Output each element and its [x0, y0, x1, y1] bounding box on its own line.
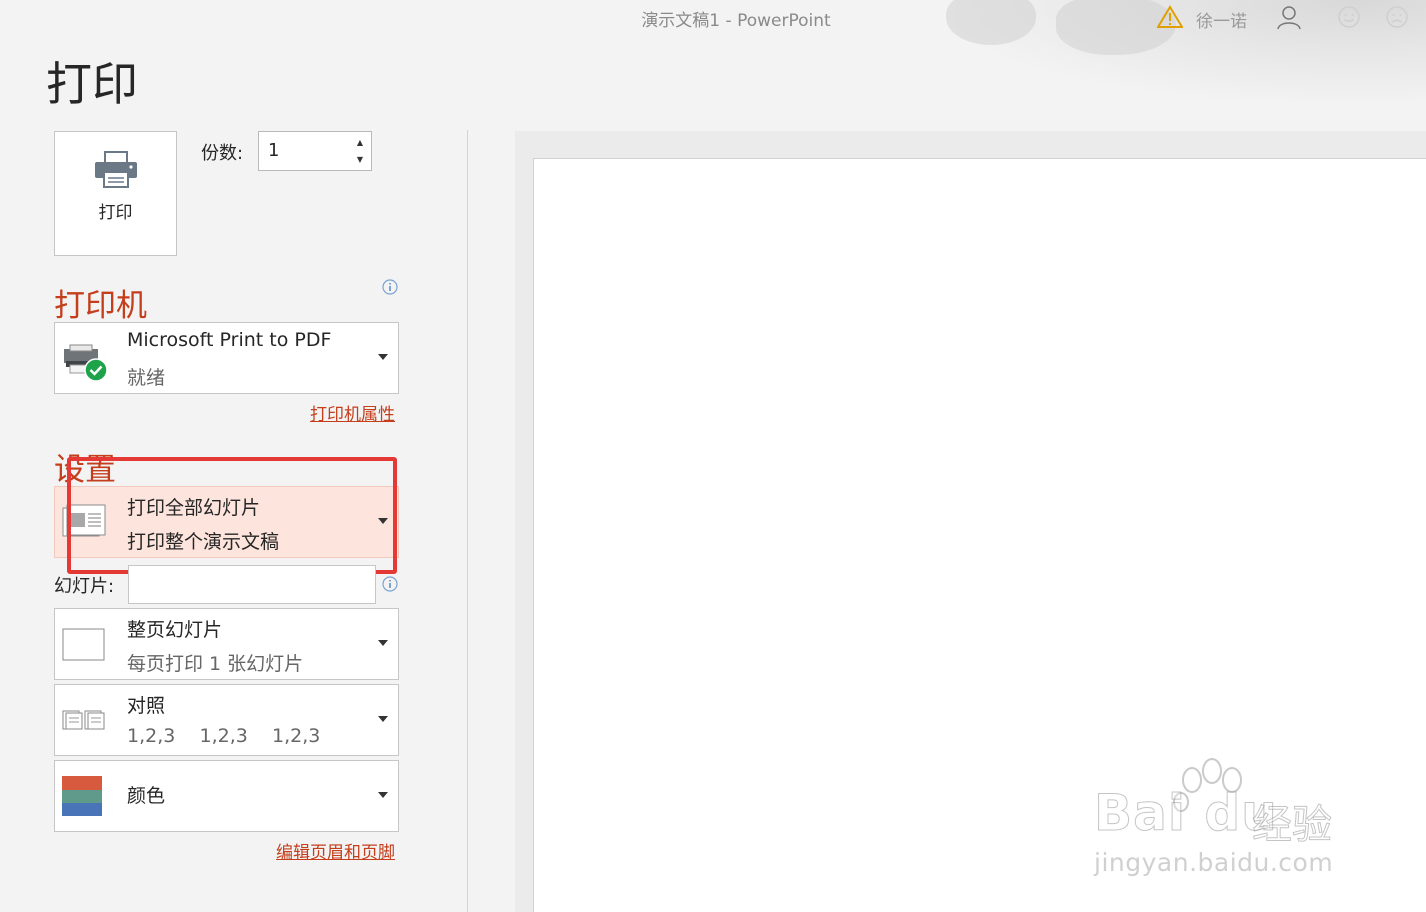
print-button-label: 打印 [98, 203, 133, 223]
smiley-feedback-icon[interactable] [1337, 5, 1361, 29]
layout-sub: 每页打印 1 张幻灯片 [127, 653, 304, 675]
collation-main: 对照 [127, 695, 166, 717]
slides-label: 幻灯片: [54, 576, 115, 597]
watermark-product: 经验 [1252, 802, 1333, 849]
spin-up-icon[interactable]: ▲ [357, 138, 363, 147]
annotation-highlight-box [67, 457, 397, 574]
user-avatar-icon[interactable] [1276, 4, 1302, 30]
chevron-down-icon [378, 640, 388, 646]
info-icon[interactable] [382, 576, 398, 592]
printer-dropdown[interactable]: Microsoft Print to PDF 就绪 [54, 322, 399, 394]
collated-pages-icon [62, 710, 105, 730]
color-dropdown[interactable]: 颜色 [54, 760, 399, 832]
print-button[interactable]: 打印 [54, 131, 177, 256]
user-name[interactable]: 徐一诺 [1196, 7, 1247, 32]
frown-feedback-icon[interactable] [1385, 5, 1409, 29]
printer-status: 就绪 [127, 367, 166, 389]
watermark-url: jingyan.baidu.com [1094, 848, 1334, 877]
edit-header-footer-link[interactable]: 编辑页眉和页脚 [276, 838, 395, 863]
copies-spinner[interactable]: 1 ▲ ▼ [258, 131, 372, 171]
baidu-watermark: Bai du 经验 jingyan.baidu.com [1092, 758, 1352, 888]
info-icon[interactable] [382, 279, 398, 295]
layout-dropdown[interactable]: 整页幻灯片 每页打印 1 张幻灯片 [54, 608, 399, 680]
warning-icon[interactable] [1157, 5, 1183, 29]
layout-main: 整页幻灯片 [127, 619, 223, 641]
printer-name: Microsoft Print to PDF [127, 329, 332, 351]
page-title: 打印 [46, 57, 138, 111]
collation-sub: 1,2,3 1,2,3 1,2,3 [127, 725, 321, 747]
printer-icon [95, 151, 137, 188]
printer-ready-icon [64, 344, 108, 382]
collation-dropdown[interactable]: 对照 1,2,3 1,2,3 1,2,3 [54, 684, 399, 756]
chevron-down-icon [378, 716, 388, 722]
full-page-slide-icon [62, 628, 105, 661]
watermark-brand: Bai du [1094, 784, 1278, 843]
copies-value[interactable]: 1 [268, 140, 279, 161]
copies-label: 份数: [201, 143, 244, 164]
printer-section-heading: 打印机 [54, 288, 147, 324]
printer-properties-link[interactable]: 打印机属性 [310, 400, 395, 425]
chevron-down-icon [378, 354, 388, 360]
color-swatch-icon [62, 776, 102, 816]
chevron-down-icon [378, 792, 388, 798]
spin-down-icon[interactable]: ▼ [357, 155, 363, 164]
slides-input[interactable] [128, 565, 376, 604]
panel-divider [467, 130, 468, 912]
color-main: 颜色 [127, 785, 166, 807]
